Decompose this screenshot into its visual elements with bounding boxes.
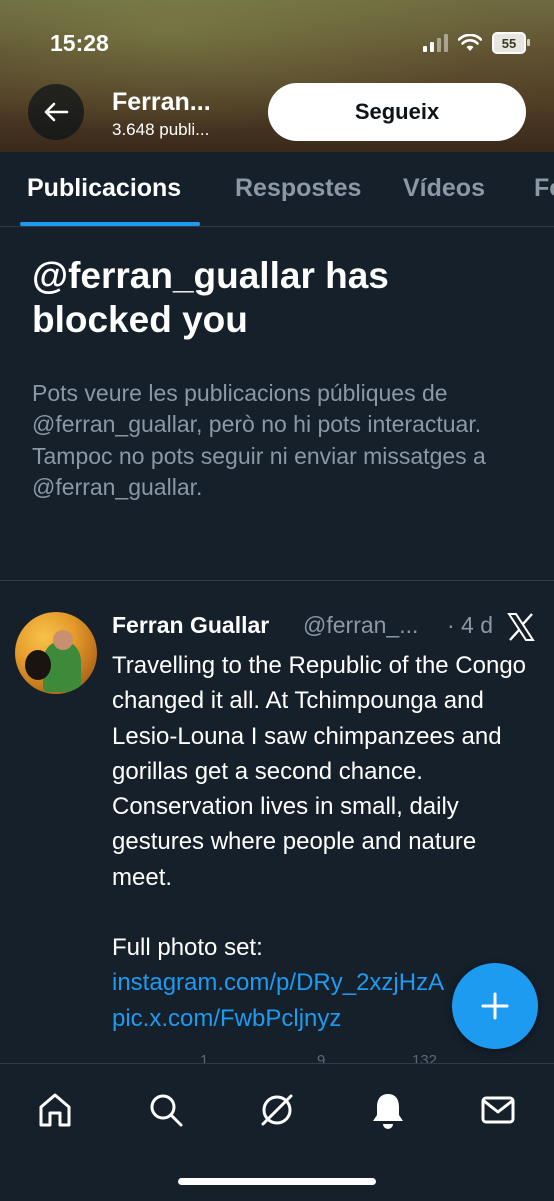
home-indicator bbox=[178, 1178, 376, 1185]
divider bbox=[0, 580, 554, 581]
profile-name: Ferran... bbox=[112, 88, 211, 116]
tab-more[interactable]: Fo bbox=[534, 174, 554, 203]
compose-button[interactable] bbox=[452, 963, 538, 1049]
wifi-icon bbox=[458, 34, 482, 51]
pic-link[interactable]: pic.x.com/FwbPcljnyz bbox=[112, 1005, 341, 1032]
messages-icon bbox=[481, 1096, 515, 1124]
status-icons: 55 bbox=[423, 32, 530, 54]
tab-publicacions[interactable]: Publicacions bbox=[27, 174, 181, 203]
active-tab-indicator bbox=[20, 222, 200, 226]
tab-respostes[interactable]: Respostes bbox=[235, 174, 361, 203]
profile-header: 15:28 55 Ferran... 3.648 publi... Seguei… bbox=[0, 0, 554, 152]
x-logo-icon bbox=[507, 613, 535, 641]
grok-tab[interactable] bbox=[257, 1090, 297, 1130]
post-count: 3.648 publi... bbox=[112, 120, 210, 139]
profile-tabs: Publicacions Respostes Vídeos Fo bbox=[0, 152, 554, 227]
tweet-author-name[interactable]: Ferran Guallar bbox=[112, 612, 269, 639]
messages-tab[interactable] bbox=[478, 1090, 518, 1130]
search-icon bbox=[150, 1094, 183, 1127]
blocked-title: @ferran_guallar has blocked you bbox=[32, 255, 389, 341]
signal-icon bbox=[423, 34, 448, 52]
arrow-left-icon bbox=[44, 102, 69, 122]
tweet-links-prefix: Full photo set: bbox=[112, 934, 263, 962]
blocked-description: Pots veure les publicacions públiques de… bbox=[32, 380, 486, 500]
tweet-timestamp[interactable]: · 4 d bbox=[447, 612, 493, 639]
plus-icon bbox=[481, 992, 509, 1020]
tweet-body: Travelling to the Republic of the Congo … bbox=[112, 652, 527, 891]
home-icon bbox=[39, 1093, 71, 1127]
battery-icon: 55 bbox=[492, 32, 530, 54]
notifications-icon bbox=[373, 1094, 403, 1129]
follow-button[interactable]: Segueix bbox=[268, 83, 526, 141]
home-tab[interactable] bbox=[35, 1090, 75, 1130]
grok-icon bbox=[261, 1094, 293, 1126]
tweet-author-handle[interactable]: @ferran_... bbox=[303, 612, 418, 639]
status-time: 15:28 bbox=[50, 30, 109, 56]
tab-videos[interactable]: Vídeos bbox=[403, 174, 485, 203]
search-tab[interactable] bbox=[146, 1090, 186, 1130]
instagram-link[interactable]: instagram.com/p/DRy_2xzjHzA bbox=[112, 969, 443, 996]
back-button[interactable] bbox=[28, 84, 84, 140]
avatar[interactable] bbox=[15, 612, 97, 694]
notifications-tab[interactable] bbox=[368, 1090, 408, 1130]
